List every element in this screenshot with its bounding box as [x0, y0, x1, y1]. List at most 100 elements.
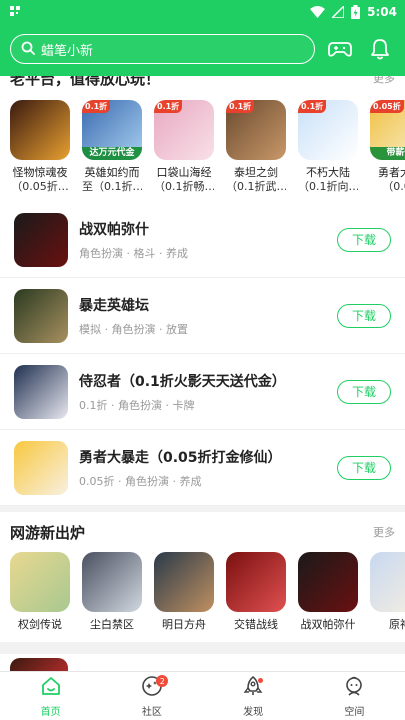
game-icon[interactable]: 0.1折: [226, 100, 286, 160]
game-name: 尘白禁区: [90, 618, 134, 631]
nav-label: 社区: [141, 706, 162, 718]
game-icon[interactable]: [14, 212, 68, 267]
nav-item-home[interactable]: 首页: [0, 672, 101, 720]
game-item[interactable]: 权剑传说: [10, 552, 70, 632]
list-item-info: 勇者大暴走（0.05折打金修仙） 0.05折 · 角色扮演 · 养成: [79, 447, 337, 489]
game-name: 勇者大暴: [378, 166, 405, 179]
nav-label: 首页: [40, 706, 61, 718]
game-icon[interactable]: 0.1折: [298, 100, 358, 160]
game-icon[interactable]: [10, 100, 70, 160]
game-tags: 0.1折 · 角色扮演 · 卡牌: [79, 398, 195, 412]
main-content[interactable]: 老平台，值得放心玩！ 更多 怪物惊魂夜 （0.05折… 0.1折 达万元代金英雄如约而…: [0, 76, 405, 671]
game-item[interactable]: 0.1折口袋山海经 （0.1折畅…: [154, 100, 214, 194]
list-item-info: 战双帕弥什角色扮演 · 格斗 · 养成: [79, 219, 337, 261]
discount-tag: 0.1折: [82, 100, 111, 113]
home-icon: [40, 675, 62, 701]
game-name: 暴走英雄坛: [79, 297, 149, 314]
game-name: 战双帕弥什: [79, 221, 149, 238]
notification-dot: [257, 678, 263, 683]
clock-time: 5:04: [367, 5, 397, 19]
game-item[interactable]: 0.1折 达万元代金英雄如约而 至（0.1折…: [82, 100, 142, 194]
game-name: 不朽大陆: [306, 166, 350, 179]
game-item[interactable]: 原神: [370, 552, 405, 632]
list-item-info: 侍忍者（0.1折火影天天送代金） 0.1折 · 角色扮演 · 卡牌: [79, 371, 337, 413]
download-button[interactable]: 下载: [337, 379, 391, 404]
game-name: 侍忍者（0.1折火影天天送代金）: [79, 373, 286, 390]
nav-item-rocket[interactable]: 发现: [203, 672, 304, 720]
download-button[interactable]: 下载: [337, 303, 391, 328]
search-placeholder: 蜡笔小新: [41, 43, 94, 59]
game-item[interactable]: 0.1折泰坦之剑 （0.1折武…: [226, 100, 286, 194]
game-subtitle: （0.1折武…: [226, 180, 286, 193]
profile-icon: [343, 675, 365, 701]
game-item[interactable]: 明日方舟: [154, 552, 214, 632]
game-list: 战双帕弥什 角色扮演 · 格斗 · 养成 下载 暴走英雄坛 模拟 · 角色扮演 · 放置…: [0, 202, 405, 506]
bottom-nav: 首页 社区 2 发现 空间: [0, 671, 405, 720]
nav-item-community[interactable]: 社区 2: [101, 672, 202, 720]
gamepad-icon[interactable]: [325, 34, 355, 64]
list-item[interactable]: 战双帕弥什 角色扮演 · 格斗 · 养成 下载: [0, 202, 405, 278]
game-name: 权剑传说: [18, 618, 62, 631]
game-item[interactable]: 0.1折不朽大陆 （0.1折向…: [298, 100, 358, 194]
more-link[interactable]: 更多: [373, 76, 395, 86]
list-item-info: 暴走英雄坛模拟 · 角色扮演 · 放置: [79, 295, 337, 337]
promo-banner: 带薪修: [370, 147, 405, 160]
section-title: 老平台，值得放心玩！: [10, 76, 161, 88]
game-icon[interactable]: [14, 288, 68, 343]
game-icon[interactable]: [154, 552, 214, 612]
game-subtitle: （0.1折畅…: [154, 180, 214, 193]
game-name: 英雄如约而: [84, 166, 140, 179]
search-input[interactable]: 蜡笔小新: [10, 34, 315, 64]
download-button[interactable]: 下载: [337, 455, 391, 480]
game-name: 口袋山海经: [156, 166, 212, 179]
list-item[interactable]: 勇者大暴走（0.05折打金修仙） 0.05折 · 角色扮演 · 养成 下载: [0, 430, 405, 506]
game-icon[interactable]: [82, 552, 142, 612]
notification-badge: 2: [156, 675, 169, 687]
game-name: 原神: [389, 618, 405, 631]
game-item[interactable]: 怪物惊魂夜 （0.05折…: [10, 100, 70, 194]
battery-icon: [351, 5, 361, 19]
section-title: 网游新出炉: [10, 523, 86, 542]
game-icon[interactable]: [298, 552, 358, 612]
game-tags: 角色扮演 · 格斗 · 养成: [79, 246, 188, 260]
search-icon: [21, 40, 35, 59]
game-item[interactable]: 尘白禁区: [82, 552, 142, 632]
discount-tag: 0.1折: [298, 100, 327, 113]
game-icon[interactable]: [10, 552, 70, 612]
list-item[interactable]: 暴走英雄坛 模拟 · 角色扮演 · 放置 下载: [0, 278, 405, 354]
game-tags: 0.05折 · 角色扮演 · 养成: [79, 474, 202, 488]
game-icon[interactable]: [226, 552, 286, 612]
game-name: 勇者大暴走（0.05折打金修仙）: [79, 449, 282, 466]
discount-tag: 0.1折: [154, 100, 183, 113]
game-subtitle: （0.05: [382, 180, 405, 193]
game-item[interactable]: 0.05折带薪修勇者大暴（0.05: [370, 100, 405, 194]
game-icon[interactable]: [14, 440, 68, 495]
game-subtitle: （0.1折向…: [298, 180, 358, 193]
nav-label: 发现: [243, 706, 264, 718]
game-tags: 模拟 · 角色扮演 · 放置: [79, 322, 188, 336]
game-icon[interactable]: 0.1折: [154, 100, 214, 160]
game-icon[interactable]: [14, 364, 68, 419]
discount-tag: 0.05折: [370, 100, 404, 113]
game-name: 交错战线: [234, 618, 278, 631]
game-icon[interactable]: [10, 658, 68, 671]
list-item[interactable]: 侍忍者（0.1折火影天天送代金） 0.1折 · 角色扮演 · 卡牌 下载: [0, 354, 405, 430]
more-link[interactable]: 更多: [373, 524, 395, 540]
nav-item-profile[interactable]: 空间: [304, 672, 405, 720]
game-name: 泰坦之剑: [234, 166, 278, 179]
section-new-online-games: 网游新出炉 更多 权剑传说 尘白禁区 明日方舟 交错战线 战双帕弥什 原神: [0, 512, 405, 642]
game-item[interactable]: 战双帕弥什: [298, 552, 358, 632]
notification-icon: [10, 5, 20, 19]
game-subtitle: （0.05折…: [11, 180, 69, 193]
wifi-icon: [310, 6, 326, 18]
signal-icon: [332, 6, 345, 18]
game-subtitle: 至（0.1折…: [82, 180, 142, 193]
header: 5:04 蜡笔小新: [0, 0, 405, 76]
status-bar: 5:04: [0, 0, 405, 24]
game-item[interactable]: 交错战线: [226, 552, 286, 632]
game-icon[interactable]: 0.1折 达万元代金: [82, 100, 142, 160]
game-icon[interactable]: 0.05折带薪修: [370, 100, 405, 160]
download-manager-icon[interactable]: [365, 34, 395, 64]
download-button[interactable]: 下载: [337, 227, 391, 252]
game-icon[interactable]: [370, 552, 405, 612]
